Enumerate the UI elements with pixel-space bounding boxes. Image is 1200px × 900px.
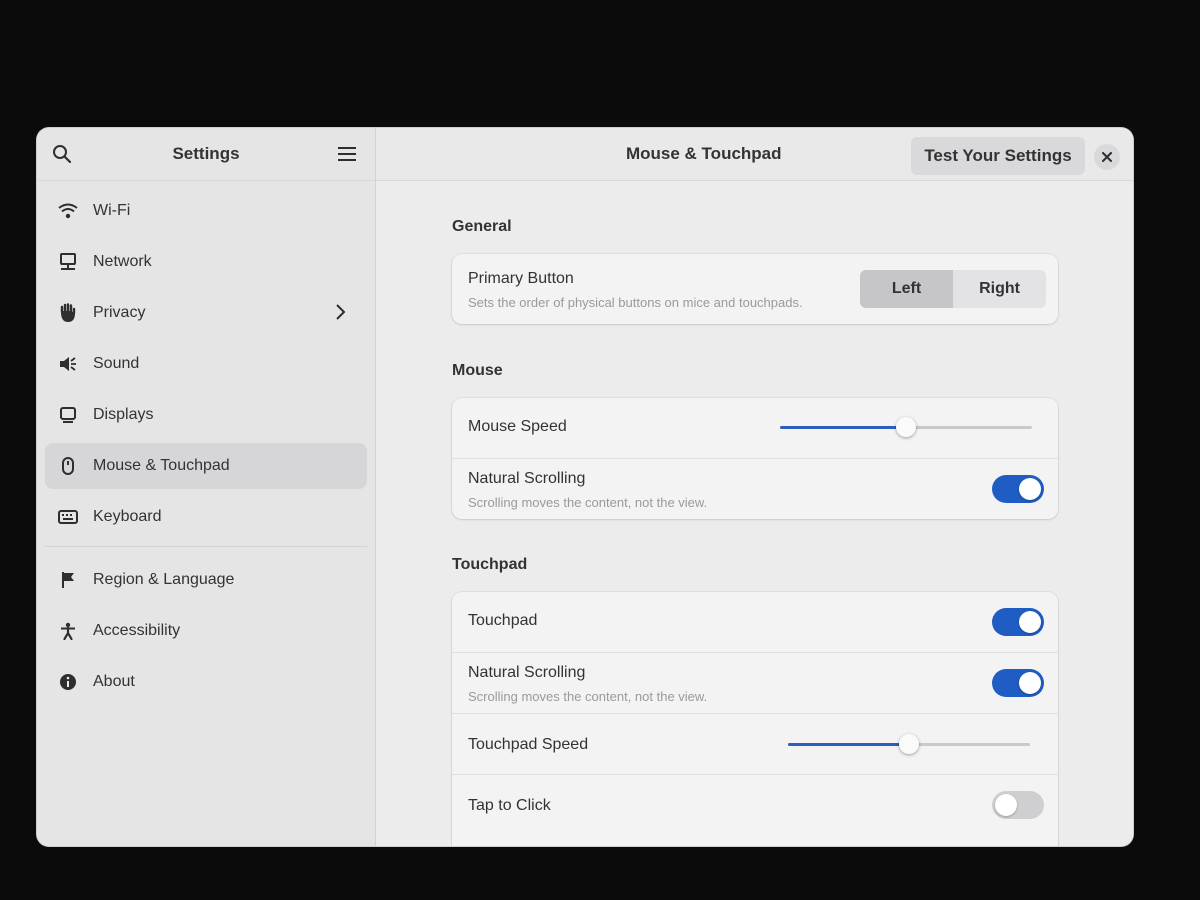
mouse-natural-scrolling-row: Natural Scrolling Scrolling moves the co… <box>452 459 1058 519</box>
row-title: Mouse Speed <box>468 418 567 435</box>
row-title: Touchpad Speed <box>468 736 589 753</box>
page-title: Mouse & Touchpad <box>626 144 782 163</box>
sidebar-item-mouse-touchpad[interactable]: Mouse & Touchpad <box>45 443 367 489</box>
row-title: Natural Scrolling <box>468 470 586 487</box>
row-subtitle: Scrolling moves the content, not the vie… <box>468 495 708 510</box>
sidebar-item-label: Accessibility <box>93 622 181 639</box>
row-subtitle: Scrolling moves the content, not the vie… <box>468 689 708 704</box>
mouse-icon <box>57 455 79 477</box>
sidebar-item-label: Sound <box>93 355 140 372</box>
row-title: Natural Scrolling <box>468 664 586 681</box>
chevron-right-icon <box>335 303 347 326</box>
sidebar-item-label: Privacy <box>93 304 146 321</box>
sidebar-item-network[interactable]: Network <box>45 239 367 285</box>
sidebar-item-region-language[interactable]: Region & Language <box>45 557 367 603</box>
sidebar-item-label: Region & Language <box>93 571 235 588</box>
mouse-card: Mouse Speed Natural Scrolling Scrolling … <box>452 398 1058 519</box>
mouse-speed-slider[interactable] <box>780 417 1032 437</box>
content-pane: Mouse & Touchpad Test Your Settings Gene… <box>376 128 1133 846</box>
speaker-icon <box>57 353 79 375</box>
sidebar-item-keyboard[interactable]: Keyboard <box>45 494 367 540</box>
keyboard-icon <box>57 506 79 528</box>
mouse-natural-scrolling-toggle[interactable] <box>992 475 1044 503</box>
tap-to-click-toggle[interactable] <box>992 791 1044 819</box>
sidebar-item-label: Displays <box>93 406 154 423</box>
display-icon <box>57 404 79 426</box>
accessibility-icon <box>57 620 79 642</box>
row-title: Primary Button <box>468 270 574 287</box>
general-card: Primary Button Sets the order of physica… <box>452 254 1058 324</box>
primary-button-left[interactable]: Left <box>860 270 953 308</box>
sidebar-item-label: Network <box>93 253 152 270</box>
row-title: Touchpad <box>468 612 538 629</box>
touchpad-natural-scrolling-row: Natural Scrolling Scrolling moves the co… <box>452 653 1058 714</box>
sidebar-header: Settings <box>37 128 375 181</box>
close-icon <box>1102 152 1112 162</box>
touchpad-card: Touchpad Natural Scrolling Scrolling mov… <box>452 592 1058 846</box>
wifi-icon <box>57 200 79 222</box>
sidebar-item-label: Wi-Fi <box>93 202 131 219</box>
touchpad-toggle[interactable] <box>992 608 1044 636</box>
test-your-settings-button[interactable]: Test Your Settings <box>911 137 1085 175</box>
sidebar-list: Wi-Fi Network Privacy Sound Displays Mou… <box>37 188 375 710</box>
slider-knob[interactable] <box>899 734 919 754</box>
primary-button-selector: Left Right <box>860 270 1046 308</box>
settings-window: Settings Wi-Fi Network Privacy Sound Dis… <box>37 128 1133 846</box>
sidebar-item-sound[interactable]: Sound <box>45 341 367 387</box>
sidebar-item-about[interactable]: About <box>45 659 367 705</box>
slider-fill <box>780 426 906 429</box>
sidebar-title: Settings <box>172 144 240 163</box>
touchpad-speed-slider[interactable] <box>788 734 1030 754</box>
mouse-speed-row: Mouse Speed <box>452 398 1058 459</box>
sidebar-item-privacy[interactable]: Privacy <box>45 290 367 336</box>
primary-button-right[interactable]: Right <box>953 270 1046 308</box>
sidebar-item-label: About <box>93 673 135 690</box>
flag-icon <box>57 569 79 591</box>
sidebar-separator <box>45 546 367 547</box>
slider-knob[interactable] <box>896 417 916 437</box>
row-title: Tap to Click <box>468 797 551 814</box>
touchpad-natural-scrolling-toggle[interactable] <box>992 669 1044 697</box>
sidebar: Settings Wi-Fi Network Privacy Sound Dis… <box>37 128 376 846</box>
hamburger-menu-icon <box>338 147 356 161</box>
sidebar-item-label: Keyboard <box>93 508 162 525</box>
sidebar-item-wifi[interactable]: Wi-Fi <box>45 188 367 234</box>
tap-to-click-row: Tap to Click <box>452 775 1058 837</box>
main-menu-button[interactable] <box>332 139 362 169</box>
network-icon <box>57 251 79 273</box>
section-title-mouse: Mouse <box>452 362 503 379</box>
sidebar-item-label: Mouse & Touchpad <box>93 457 230 474</box>
close-button[interactable] <box>1094 144 1120 170</box>
touchpad-row: Touchpad <box>452 592 1058 653</box>
sidebar-item-displays[interactable]: Displays <box>45 392 367 438</box>
info-icon <box>57 671 79 693</box>
section-title-general: General <box>452 218 512 235</box>
sidebar-item-accessibility[interactable]: Accessibility <box>45 608 367 654</box>
row-subtitle: Sets the order of physical buttons on mi… <box>468 295 803 310</box>
hand-icon <box>57 302 79 324</box>
content-header: Mouse & Touchpad Test Your Settings <box>376 128 1133 181</box>
slider-fill <box>788 743 909 746</box>
section-title-touchpad: Touchpad <box>452 556 528 573</box>
touchpad-speed-row: Touchpad Speed <box>452 714 1058 775</box>
primary-button-row: Primary Button Sets the order of physica… <box>452 254 1058 324</box>
